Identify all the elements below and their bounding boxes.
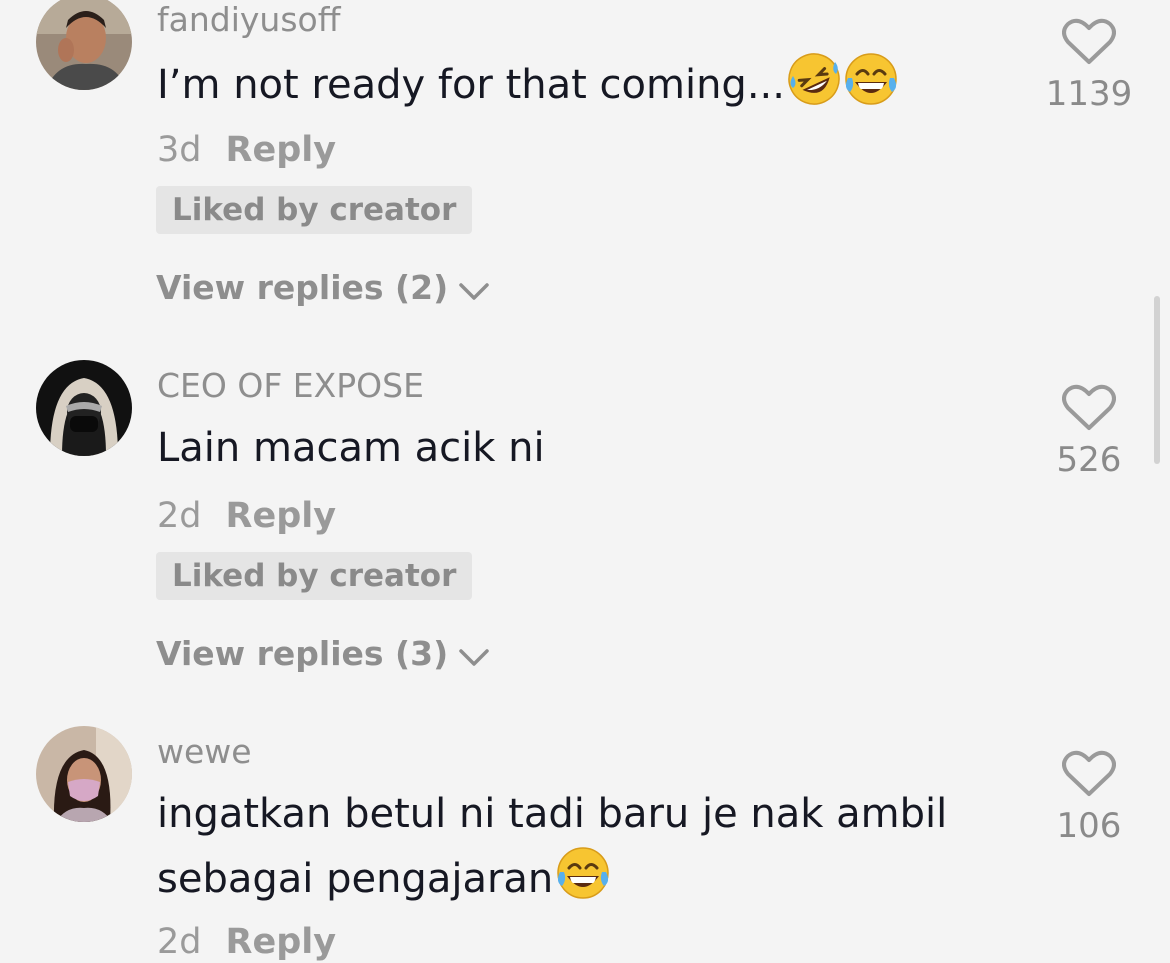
view-replies-button[interactable]: View replies (3) [156,634,490,674]
comment-age: 3d [157,130,202,170]
comment-text-line: I’m not ready for that coming... [157,62,785,108]
reply-button[interactable]: Reply [226,130,337,170]
like-control: 1139 [1044,18,1134,114]
like-control: 526 [1044,384,1134,480]
view-replies-label: View replies (3) [156,634,449,673]
like-control: 106 [1044,750,1134,846]
comment-age: 2d [157,922,202,962]
heart-icon[interactable] [1062,18,1116,66]
view-replies-label: View replies (2) [156,268,449,307]
comment-text: sebagai pengajaran [157,846,611,919]
tears-of-joy-emoji [843,52,899,125]
comment-text: Lain macam acik ni [157,416,545,480]
reply-button[interactable]: Reply [226,922,337,962]
rolling-on-floor-laughing-emoji [787,52,841,125]
comment-username[interactable]: CEO OF EXPOSE [157,366,424,406]
like-count: 526 [1056,440,1122,480]
chevron-down-icon [459,649,489,666]
liked-by-creator-badge: Liked by creator [156,552,473,600]
comment-text: I’m not ready for that coming... [157,52,899,125]
liked-by-creator-badge: Liked by creator [156,186,473,234]
tears-of-joy-emoji [555,846,611,919]
comment-age: 2d [157,496,202,536]
comment-text-line: ingatkan betul ni tadi baru je nak ambil [157,791,948,837]
comment-text-line: sebagai pengajaran [157,856,554,902]
like-count: 106 [1056,806,1122,846]
avatar[interactable] [36,360,132,456]
comment-meta: 2d Reply [157,496,336,536]
comment-username[interactable]: fandiyusoff [157,0,340,40]
comment-username[interactable]: wewe [157,732,252,772]
comment-text: ingatkan betul ni tadi baru je nak ambil [157,782,947,846]
heart-icon[interactable] [1062,750,1116,798]
view-replies-button[interactable]: View replies (2) [156,268,490,308]
scrollbar[interactable] [1154,296,1160,464]
like-count: 1139 [1045,74,1133,114]
chevron-down-icon [459,283,489,300]
comment-meta: 3d Reply [157,130,336,170]
comments-panel: fandiyusoff I’m not ready for that comin… [0,0,1170,963]
comment-text-line: Lain macam acik ni [157,425,545,471]
comment-meta: 2d Reply [157,922,336,962]
avatar[interactable] [36,0,132,90]
heart-icon[interactable] [1062,384,1116,432]
reply-button[interactable]: Reply [226,496,337,536]
avatar[interactable] [36,726,132,822]
